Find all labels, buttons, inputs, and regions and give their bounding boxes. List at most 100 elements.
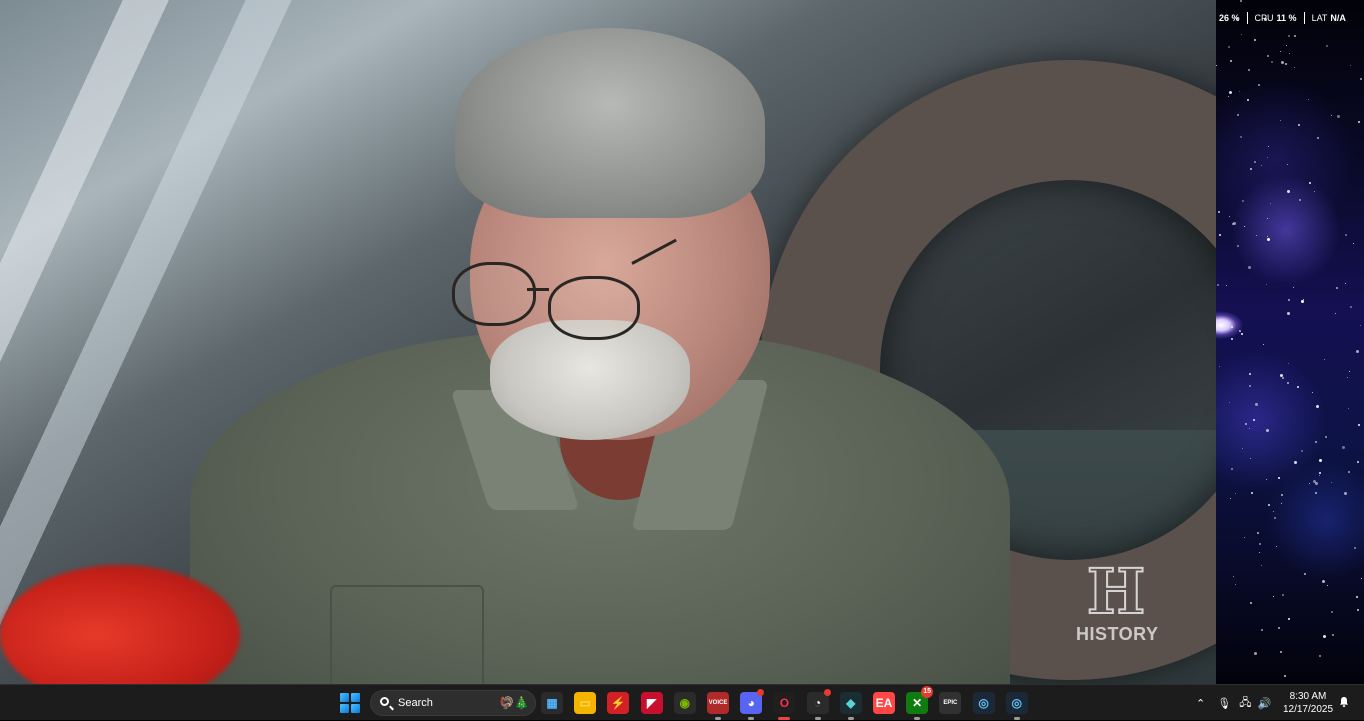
star bbox=[1242, 200, 1244, 202]
star bbox=[1266, 479, 1267, 480]
star bbox=[1218, 211, 1220, 213]
star bbox=[1254, 161, 1256, 163]
star bbox=[1350, 65, 1351, 66]
star bbox=[1289, 53, 1290, 54]
xbox-icon[interactable]: ✕ 15 bbox=[906, 686, 934, 720]
star bbox=[1287, 190, 1290, 193]
taskbar-clock[interactable]: 8:30 AM 12/17/2025 bbox=[1282, 690, 1334, 716]
steam-icon[interactable]: ◎ bbox=[972, 692, 995, 714]
star bbox=[1270, 203, 1271, 204]
app-red-bolt-icon[interactable]: ⚡ bbox=[607, 692, 630, 714]
steam-glyph: ◎ bbox=[978, 696, 989, 710]
app-dark-icon[interactable]: ◆ bbox=[839, 692, 862, 720]
microsoft-store-icon[interactable]: ▦ bbox=[541, 692, 563, 714]
gpu-usage-value: 26 % bbox=[1219, 13, 1240, 23]
epic-games-icon[interactable]: EPIC bbox=[939, 692, 962, 714]
star bbox=[1259, 552, 1260, 553]
star bbox=[1281, 61, 1284, 64]
star bbox=[1229, 402, 1230, 403]
star bbox=[1217, 284, 1219, 286]
star bbox=[1357, 609, 1359, 611]
star bbox=[1254, 39, 1256, 41]
video-person-glasses-left bbox=[452, 262, 536, 326]
star bbox=[1309, 182, 1311, 184]
star bbox=[1309, 483, 1310, 484]
microphone-icon[interactable]: 🎙 bbox=[1217, 697, 1231, 710]
latency-value: N/A bbox=[1330, 13, 1346, 23]
star bbox=[1319, 472, 1321, 474]
star bbox=[1331, 115, 1332, 116]
notification-bell-icon[interactable] bbox=[1338, 696, 1350, 708]
star bbox=[1239, 330, 1241, 332]
star bbox=[1342, 446, 1345, 449]
clock-date: 12/17/2025 bbox=[1282, 704, 1334, 715]
star bbox=[1271, 61, 1273, 63]
star bbox=[1267, 157, 1268, 158]
star bbox=[1326, 45, 1328, 47]
star bbox=[1285, 63, 1287, 65]
star bbox=[1336, 287, 1338, 289]
start-button[interactable] bbox=[340, 693, 360, 713]
ea-app-icon[interactable]: EA bbox=[873, 692, 895, 714]
star bbox=[1241, 34, 1242, 35]
star bbox=[1237, 114, 1239, 116]
star bbox=[1280, 51, 1281, 52]
star bbox=[1316, 405, 1319, 408]
show-hidden-icons-chevron-icon[interactable]: ⌃ bbox=[1196, 697, 1205, 710]
star bbox=[1317, 137, 1319, 139]
voicemeeter-icon[interactable]: VOICE bbox=[707, 692, 729, 720]
star bbox=[1319, 475, 1320, 476]
star bbox=[1301, 300, 1304, 303]
star bbox=[1266, 429, 1269, 432]
nvidia-icon[interactable]: ◉ bbox=[673, 692, 696, 714]
star bbox=[1240, 136, 1242, 138]
star bbox=[1254, 652, 1257, 655]
star bbox=[1284, 675, 1286, 677]
star bbox=[1235, 493, 1236, 494]
opera-gx-icon[interactable]: O bbox=[773, 692, 796, 720]
taskbar-search-box[interactable]: Search 🦃🎄 bbox=[370, 690, 536, 716]
volume-icon[interactable]: 🔊 bbox=[1257, 697, 1271, 710]
star bbox=[1276, 546, 1277, 547]
video-person-glasses-bridge bbox=[527, 288, 549, 291]
star bbox=[1274, 517, 1276, 519]
star bbox=[1331, 611, 1333, 613]
star bbox=[1358, 424, 1360, 426]
star bbox=[1230, 60, 1232, 62]
app-circle-icon[interactable]: ◔ bbox=[806, 689, 831, 720]
star bbox=[1228, 46, 1230, 48]
taskbar: Search 🦃🎄 ▦ ▭ ⚡ ◤ ◉ VOICE ◕ O ◔ ◆ EA ✕ 15 EPIC ◎ ◎ ⌃ 🎙 … bbox=[0, 684, 1364, 720]
star bbox=[1267, 218, 1268, 219]
app-dark-glyph: ◆ bbox=[846, 696, 856, 710]
amd-software-icon[interactable]: ◤ bbox=[640, 692, 663, 714]
star bbox=[1356, 596, 1358, 598]
star bbox=[1244, 537, 1245, 538]
video-player[interactable]: H HISTORY bbox=[0, 0, 1216, 684]
file-explorer-icon[interactable]: ▭ bbox=[574, 692, 597, 714]
amd-software-glyph: ◤ bbox=[646, 696, 657, 710]
star bbox=[1266, 284, 1267, 285]
history-watermark: H HISTORY bbox=[1076, 559, 1158, 645]
star bbox=[1357, 461, 1359, 463]
star bbox=[1242, 448, 1243, 449]
search-highlight-icon: 🦃🎄 bbox=[499, 696, 529, 710]
star bbox=[1361, 578, 1362, 579]
star bbox=[1288, 299, 1290, 301]
star bbox=[1241, 333, 1243, 335]
star bbox=[1331, 482, 1332, 483]
clock-time: 8:30 AM bbox=[1289, 691, 1327, 702]
steam-icon-2[interactable]: ◎ bbox=[1005, 692, 1028, 720]
star bbox=[1229, 91, 1232, 94]
star bbox=[1350, 306, 1352, 308]
star bbox=[1315, 492, 1317, 494]
star bbox=[1356, 350, 1359, 353]
star bbox=[1294, 461, 1297, 464]
star bbox=[1216, 65, 1217, 66]
star bbox=[1345, 283, 1346, 284]
discord-icon[interactable]: ◕ bbox=[740, 689, 765, 720]
star bbox=[1282, 377, 1284, 379]
network-icon[interactable]: 🖧 bbox=[1239, 694, 1251, 713]
star bbox=[1280, 374, 1283, 377]
notification-badge bbox=[823, 689, 831, 696]
star bbox=[1258, 84, 1260, 86]
